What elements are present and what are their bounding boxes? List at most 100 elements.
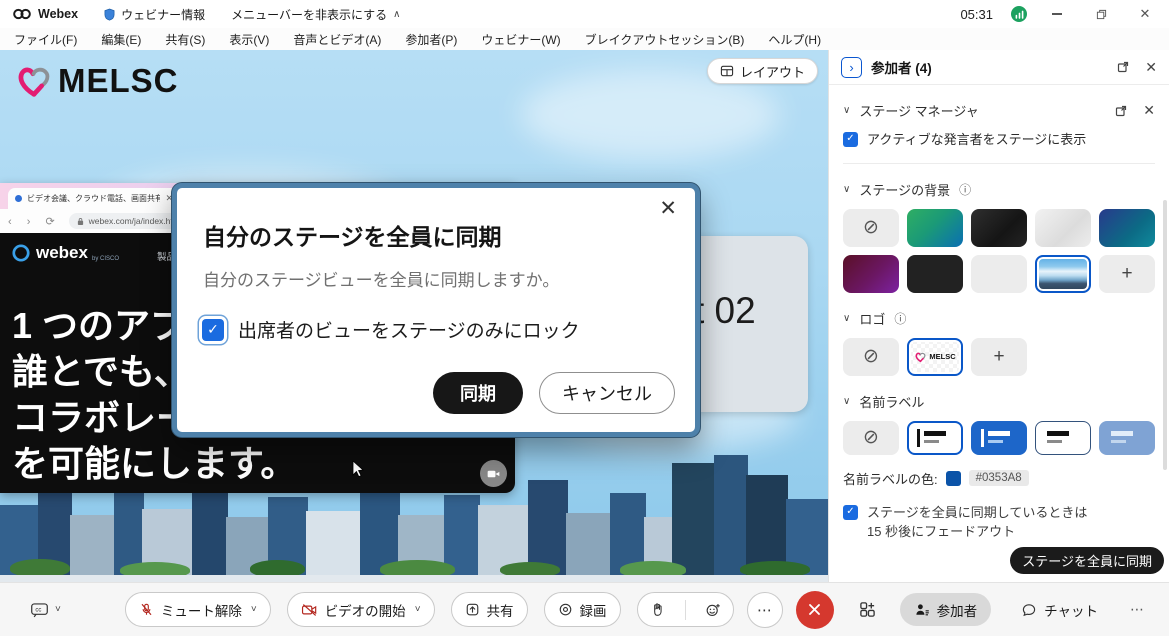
- menu-participants[interactable]: 参加者(P): [405, 31, 457, 48]
- menu-audio-video[interactable]: 音声とビデオ(A): [293, 31, 381, 48]
- close-stage-manager-button[interactable]: ✕: [1143, 102, 1155, 119]
- popout-panel-icon[interactable]: [1117, 61, 1129, 73]
- background-add-button[interactable]: +: [1099, 255, 1155, 293]
- shield-icon: [104, 8, 115, 21]
- name-label-color-row: 名前ラベルの色: #0353A8: [843, 469, 1155, 488]
- background-green-gradient-swatch[interactable]: [907, 209, 963, 247]
- name-label-header[interactable]: ∨ 名前ラベル: [843, 392, 1155, 411]
- logo-melsc-swatch-selected[interactable]: MELSC: [907, 338, 963, 376]
- apps-icon[interactable]: [859, 601, 876, 618]
- share-button[interactable]: 共有: [451, 592, 528, 627]
- name-label-style3[interactable]: [1035, 421, 1091, 455]
- menu-share[interactable]: 共有(S): [165, 31, 205, 48]
- participants-toggle-button[interactable]: 参加者: [900, 593, 992, 626]
- closed-captions-control[interactable]: cc ˅: [30, 602, 61, 618]
- menu-file[interactable]: ファイル(F): [14, 31, 77, 48]
- layout-button[interactable]: レイアウト: [707, 58, 818, 84]
- leave-webinar-button[interactable]: [796, 591, 834, 629]
- raise-hand-button[interactable]: [638, 593, 678, 626]
- logo-header[interactable]: ∨ ロゴ ⓘ: [843, 309, 1155, 328]
- cancel-button[interactable]: キャンセル: [539, 372, 675, 414]
- minimize-icon: [1052, 13, 1062, 15]
- sync-stage-to-all-button[interactable]: ステージを全員に同期: [1010, 547, 1164, 574]
- background-gray-swatch[interactable]: [971, 255, 1027, 293]
- background-light-swatch[interactable]: [1035, 209, 1091, 247]
- app-brand: Webex: [12, 7, 78, 21]
- cc-icon: cc: [30, 602, 49, 618]
- stage-manager-header[interactable]: ∨ ステージ マネージャ ✕: [843, 101, 1155, 120]
- active-speaker-checkbox[interactable]: ✓: [843, 132, 858, 147]
- stage-brand-logo: MELSC: [14, 62, 179, 100]
- chevron-up-icon: ∧: [393, 9, 400, 20]
- webex-site-icon: [12, 244, 30, 262]
- active-speaker-label: アクティブな発言者をステージに表示: [867, 131, 1086, 150]
- collapse-panel-button[interactable]: ›: [841, 57, 862, 78]
- camera-icon: [487, 469, 500, 479]
- restore-button[interactable]: [1087, 4, 1115, 24]
- close-panel-button[interactable]: ✕: [1145, 59, 1157, 76]
- logo-none-swatch[interactable]: ⊘: [843, 338, 899, 376]
- webinar-info-button[interactable]: ウェビナー情報: [104, 6, 205, 23]
- dialog-buttons: 同期 キャンセル: [433, 372, 675, 414]
- background-black-swatch[interactable]: [907, 255, 963, 293]
- sync-stage-dialog: ✕ 自分のステージを全員に同期 自分のステージビューを全員に同期しますか。 ✓ …: [172, 183, 700, 437]
- background-navy-teal-swatch[interactable]: [1099, 209, 1155, 247]
- reactions-button[interactable]: [693, 593, 733, 626]
- dialog-close-button[interactable]: ✕: [659, 198, 677, 219]
- browser-tab: ビデオ会議、クラウド電話、画面共有 ✕: [8, 188, 180, 209]
- menu-breakout[interactable]: ブレイクアウトセッション(B): [585, 31, 745, 48]
- name-label-color-chip[interactable]: [946, 471, 961, 486]
- stage-background-header[interactable]: ∨ ステージの背景 ⓘ: [843, 180, 1155, 199]
- mic-options-chevron[interactable]: ˅: [251, 604, 257, 615]
- background-cityscape-swatch-selected[interactable]: [1035, 255, 1091, 293]
- fade-checkbox-row: ✓ ステージを全員に同期しているときは 15 秒後にフェードアウト: [843, 504, 1155, 542]
- stage-area: MELSC レイアウト t 02 ビデオ会議、クラウド電話、画面共有 ✕ + ‹…: [0, 50, 828, 582]
- background-none-swatch[interactable]: ⊘: [843, 209, 899, 247]
- chat-toggle-button[interactable]: チャット: [1021, 600, 1098, 620]
- name-label-style4[interactable]: [1099, 421, 1155, 455]
- lock-view-checkbox-label: 出席者のビューをステージのみにロック: [238, 316, 580, 343]
- chevron-down-icon: ∨: [843, 313, 850, 324]
- close-window-button[interactable]: ✕: [1131, 4, 1159, 24]
- background-purple-swatch[interactable]: [843, 255, 899, 293]
- minimize-button[interactable]: [1043, 4, 1071, 24]
- lock-view-checkbox[interactable]: ✓: [202, 319, 224, 341]
- webex-site-logo: webex by CISCO: [12, 243, 119, 263]
- menu-edit[interactable]: 編集(E): [101, 31, 141, 48]
- menu-webinar[interactable]: ウェビナー(W): [481, 31, 560, 48]
- background-dark-swatch[interactable]: [971, 209, 1027, 247]
- panel-scrollbar[interactable]: [1163, 200, 1167, 470]
- record-button[interactable]: 録画: [544, 592, 621, 627]
- stage-background-swatches: ⊘ +: [843, 209, 1155, 293]
- check-icon: ✓: [846, 505, 854, 520]
- sync-button[interactable]: 同期: [433, 372, 523, 414]
- camera-off-icon: [301, 603, 318, 617]
- name-label-style1-selected[interactable]: [907, 421, 963, 455]
- info-icon: ⓘ: [959, 181, 971, 198]
- check-icon: ✓: [207, 321, 219, 338]
- close-icon: ✕: [1140, 6, 1151, 22]
- meeting-timer: 05:31: [960, 7, 993, 22]
- divider: [685, 600, 686, 620]
- name-label-none-swatch[interactable]: ⊘: [843, 421, 899, 455]
- menu-view[interactable]: 表示(V): [229, 31, 269, 48]
- panel-header: › 参加者 (4) ✕: [829, 50, 1169, 85]
- lock-icon: [77, 217, 84, 226]
- more-panels-button[interactable]: ⋯: [1130, 601, 1145, 618]
- name-label-style2[interactable]: [971, 421, 1027, 455]
- cc-chevron-icon[interactable]: ˅: [55, 604, 61, 615]
- logo-add-button[interactable]: +: [971, 338, 1027, 376]
- hide-menubar-button[interactable]: メニューバーを非表示にする ∧: [231, 6, 400, 23]
- start-video-button[interactable]: ビデオの開始 ˅: [287, 592, 435, 627]
- more-options-button[interactable]: ⋯: [747, 592, 783, 628]
- chat-icon: [1021, 602, 1037, 618]
- unmute-button[interactable]: ミュート解除 ˅: [125, 592, 271, 627]
- video-options-chevron[interactable]: ˅: [415, 604, 421, 615]
- layout-grid-icon: [720, 65, 734, 77]
- popout-stage-manager-icon[interactable]: [1115, 105, 1127, 117]
- titlebar: Webex ウェビナー情報 メニューバーを非表示にする ∧ 05:31 ✕: [0, 0, 1169, 28]
- start-video-label: ビデオの開始: [325, 600, 406, 620]
- menu-help[interactable]: ヘルプ(H): [768, 31, 821, 48]
- fade-checkbox[interactable]: ✓: [843, 505, 858, 520]
- stage-background-title: ステージの背景: [859, 180, 950, 199]
